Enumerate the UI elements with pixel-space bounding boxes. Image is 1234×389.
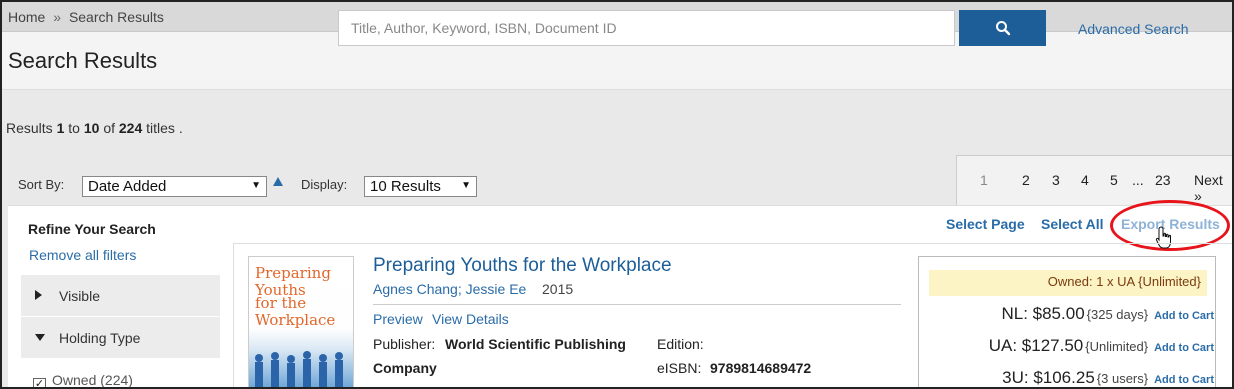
page-title: Search Results bbox=[8, 48, 158, 73]
checkbox-checked-icon[interactable]: ✓ bbox=[33, 378, 46, 389]
results-prefix: Results bbox=[6, 120, 53, 136]
result-title-link[interactable]: Preparing Youths for the Workplace bbox=[373, 255, 672, 277]
results-to: 10 bbox=[83, 120, 100, 136]
refine-title: Refine Your Search bbox=[28, 221, 156, 237]
price-duration: {325 days} bbox=[1086, 307, 1149, 322]
results-total: 224 bbox=[118, 120, 143, 136]
display-selected-value: 10 Results bbox=[370, 178, 441, 195]
sort-label: Sort By: bbox=[18, 177, 65, 192]
search-input[interactable] bbox=[338, 10, 955, 46]
price-value: NL: $85.00 bbox=[1001, 304, 1085, 323]
caret-right-icon bbox=[35, 290, 42, 300]
results-count: Results 1 to 10 of 224 titles . bbox=[6, 120, 183, 136]
search-icon bbox=[995, 21, 1010, 36]
breadcrumb-home-link[interactable]: Home bbox=[8, 9, 45, 25]
sort-select[interactable]: Date Added ▼ bbox=[82, 176, 267, 197]
price-duration: {3 users} bbox=[1096, 371, 1149, 386]
facet-visible[interactable]: Visible bbox=[21, 275, 220, 316]
divider bbox=[373, 304, 901, 305]
results-from: 1 bbox=[56, 120, 65, 136]
search-button[interactable] bbox=[959, 10, 1046, 46]
price-row-nl: NL: $85.00 {325 days} Add to Cart bbox=[1001, 304, 1214, 324]
display-select[interactable]: 10 Results ▼ bbox=[364, 176, 477, 197]
select-page-link[interactable]: Select Page bbox=[946, 216, 1025, 232]
book-cover[interactable]: Preparing Youths for the Workplace bbox=[248, 256, 354, 389]
page-ellipsis: ... bbox=[1132, 172, 1144, 188]
result-authors-link[interactable]: Agnes Chang; Jessie Ee bbox=[373, 281, 526, 297]
owned-filter-option[interactable]: ✓ Owned (224) bbox=[33, 372, 133, 389]
publisher-label: Publisher: bbox=[373, 336, 436, 352]
price-row-3u: 3U: $106.25 {3 users} Add to Cart bbox=[1002, 368, 1214, 388]
page-4-link[interactable]: 4 bbox=[1081, 172, 1089, 188]
page-2-link[interactable]: 2 bbox=[1022, 172, 1030, 188]
next-page-link[interactable]: Next » bbox=[1194, 172, 1234, 204]
caret-down-icon bbox=[35, 334, 45, 341]
eisbn-value: 9789814689472 bbox=[710, 360, 812, 376]
price-row-ua: UA: $127.50 {Unlimited} Add to Cart bbox=[989, 336, 1214, 356]
price-value: UA: $127.50 bbox=[988, 336, 1084, 355]
chevron-down-icon: ▼ bbox=[251, 180, 261, 191]
price-value: 3U: $106.25 bbox=[1002, 368, 1095, 387]
breadcrumb-separator: » bbox=[53, 9, 62, 25]
breadcrumb-current: Search Results bbox=[68, 9, 164, 25]
results-suffix: titles . bbox=[146, 120, 183, 136]
facet-label: Holding Type bbox=[59, 330, 141, 346]
sort-ascending-icon[interactable] bbox=[273, 177, 283, 186]
results-of-word: of bbox=[103, 120, 115, 136]
page-3-link[interactable]: 3 bbox=[1052, 172, 1060, 188]
publisher-value-cont: Company bbox=[373, 360, 437, 376]
add-to-cart-button[interactable]: Add to Cart bbox=[1154, 310, 1214, 322]
add-to-cart-button[interactable]: Add to Cart bbox=[1154, 342, 1214, 354]
add-to-cart-button[interactable]: Add to Cart bbox=[1154, 374, 1214, 386]
page-23-link[interactable]: 23 bbox=[1155, 172, 1171, 188]
select-all-link[interactable]: Select All bbox=[1041, 216, 1104, 232]
result-year: 2015 bbox=[542, 281, 574, 297]
chevron-down-icon: ▼ bbox=[461, 180, 471, 191]
cover-illustration bbox=[255, 351, 343, 388]
page-1-current: 1 bbox=[980, 172, 988, 188]
page-5-link[interactable]: 5 bbox=[1110, 172, 1118, 188]
owned-filter-label: Owned (224) bbox=[52, 372, 133, 388]
preview-link[interactable]: Preview bbox=[373, 311, 423, 327]
facet-label: Visible bbox=[59, 288, 100, 304]
cover-title-line-2: for the Workplace bbox=[255, 294, 336, 329]
view-details-link[interactable]: View Details bbox=[432, 311, 509, 327]
display-label: Display: bbox=[301, 177, 348, 192]
results-to-word: to bbox=[68, 120, 80, 136]
publisher-value: World Scientific Publishing bbox=[445, 336, 626, 352]
price-duration: {Unlimited} bbox=[1085, 339, 1149, 354]
eisbn-label: eISBN: bbox=[657, 360, 702, 376]
edition-label: Edition: bbox=[657, 336, 704, 352]
pagination bbox=[956, 155, 1232, 205]
facet-holding-type[interactable]: Holding Type bbox=[21, 317, 220, 358]
remove-all-filters-link[interactable]: Remove all filters bbox=[29, 247, 136, 263]
sort-selected-value: Date Added bbox=[88, 178, 167, 195]
owned-banner: Owned: 1 x UA {Unlimited} bbox=[929, 270, 1207, 296]
advanced-search-link[interactable]: Advanced Search bbox=[1078, 21, 1189, 37]
